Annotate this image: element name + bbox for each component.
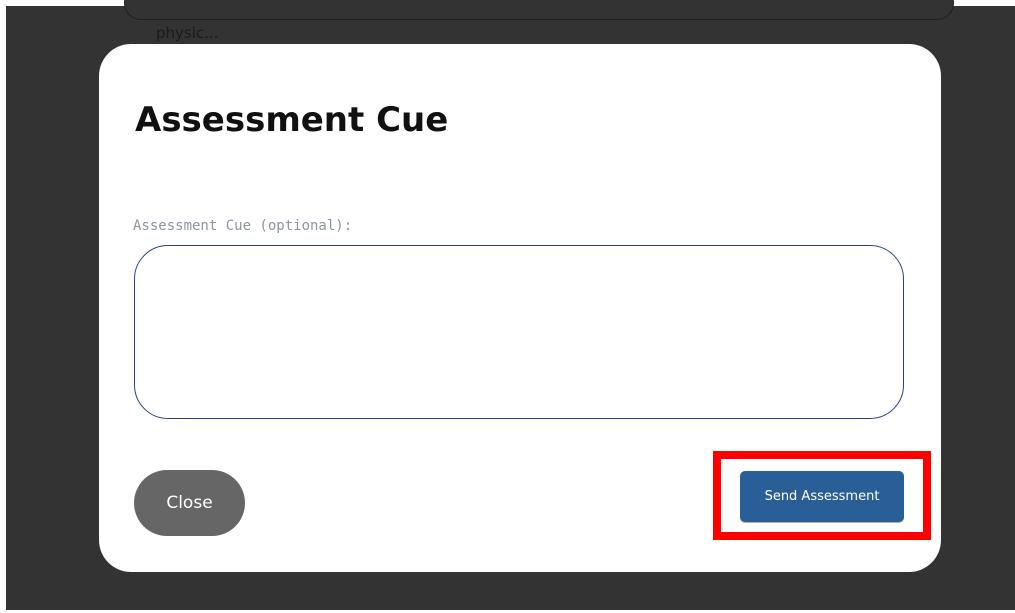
assessment-cue-textarea[interactable] [134, 245, 904, 419]
send-assessment-button[interactable]: Send Assessment [740, 471, 904, 522]
background-card-text: physic... [156, 24, 219, 42]
background-card [124, 0, 954, 20]
modal-title: Assessment Cue [135, 100, 449, 140]
close-button[interactable]: Close [134, 470, 245, 536]
assessment-cue-label: Assessment Cue (optional): [133, 218, 353, 234]
